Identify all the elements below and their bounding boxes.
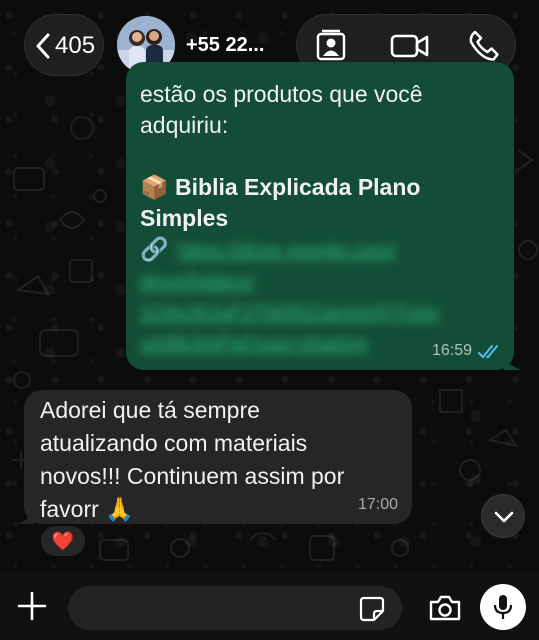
message-line: novos!!! Continuem assim por: [40, 463, 345, 489]
heart-reaction[interactable]: ❤️: [39, 524, 87, 558]
contact-name: +55 22...: [186, 34, 265, 56]
chevron-left-icon: [36, 33, 50, 59]
message-body: Adorei que tá sempre atualizando com mat…: [40, 394, 344, 526]
drive-link[interactable]: xA9Ik3mPaQusp=sharing: [140, 333, 367, 356]
read-receipt-icon: [478, 345, 498, 359]
message-line: favorr 🙏: [40, 496, 134, 522]
message-input[interactable]: [68, 586, 402, 630]
back-button[interactable]: 405: [24, 14, 104, 76]
drive-link[interactable]: 1OAcWJuF3TM3NZoe4oHQTmIv: [140, 302, 439, 325]
message-timestamp: 17:00: [357, 496, 398, 513]
phone-icon[interactable]: [467, 29, 501, 63]
composer-bar: [0, 572, 539, 640]
video-call-icon[interactable]: [390, 29, 430, 63]
message-line: Adorei que tá sempre: [40, 397, 260, 423]
plus-icon[interactable]: [16, 590, 48, 622]
drive-link[interactable]: https://drive.google.com/: [178, 240, 396, 263]
product-title-line: Simples: [140, 205, 229, 231]
message-timestamp: 16:59: [431, 342, 472, 359]
incoming-message[interactable]: Adorei que tá sempre atualizando com mat…: [16, 390, 412, 526]
message-line: estão os produtos que você: [140, 81, 423, 107]
product-title: 📦 Biblia Explicada Plano: [140, 172, 420, 203]
voice-message-button[interactable]: [480, 584, 526, 630]
sticker-icon[interactable]: [358, 595, 386, 623]
microphone-icon: [493, 595, 513, 619]
bubble-tail-icon: [504, 352, 522, 370]
product-title-line: Biblia Explicada Plano: [175, 174, 421, 200]
contact-card-icon[interactable]: [314, 29, 348, 63]
bubble-tail-icon: [16, 506, 34, 524]
link-icon: 🔗: [140, 236, 169, 262]
unread-count: 405: [55, 32, 96, 59]
chevron-down-icon: [494, 511, 514, 523]
message-line: atualizando com materiais: [40, 430, 308, 456]
package-icon: 📦: [140, 174, 169, 200]
drive-link[interactable]: drive/folders/: [140, 271, 255, 294]
scroll-to-bottom-button[interactable]: [481, 494, 525, 538]
outgoing-message[interactable]: estão os produtos que você adquiriu: 📦 B…: [126, 62, 522, 370]
message-line: adquiriu:: [140, 112, 229, 138]
camera-icon[interactable]: [428, 594, 462, 622]
